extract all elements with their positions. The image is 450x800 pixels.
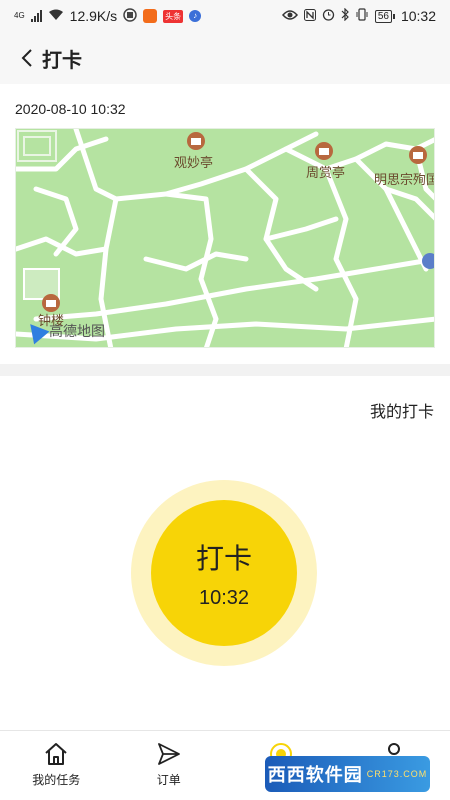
battery-icon: 56 — [374, 9, 395, 23]
shield-app-icon — [123, 7, 137, 25]
bluetooth-icon — [341, 7, 349, 24]
nfc-icon — [303, 8, 316, 24]
nav-label-orders: 订单 — [156, 773, 181, 787]
vibrate-icon — [355, 8, 369, 24]
watermark-sub: CR173.COM — [366, 769, 428, 779]
wifi-icon — [48, 9, 64, 24]
toutiao-badge: 头条 — [163, 9, 184, 23]
chevron-left-icon — [21, 49, 32, 67]
location-map[interactable]: 观妙亭 周赏亭 明思宗殉国 钟楼 高德地图 — [15, 128, 435, 348]
status-left: 4G 12.9K/s 头条 ♪ — [14, 7, 282, 25]
punch-datetime: 2020-08-10 10:32 — [15, 101, 126, 117]
punch-button-time: 10:32 — [198, 586, 250, 609]
location-card: 2020-08-10 10:32 观妙亭 周赏亭 明思宗殉国 钟楼 高德地图 — [0, 84, 450, 364]
map-label-0: 观妙亭 — [174, 155, 213, 170]
map-provider-name: 高德地图 — [49, 323, 105, 339]
navigation-arrow-icon — [22, 317, 50, 345]
alarm-icon — [322, 8, 335, 24]
eye-icon — [281, 9, 298, 24]
status-right: 56 10:32 — [281, 7, 436, 24]
my-punch-link[interactable]: 我的打卡 — [370, 398, 434, 422]
music-icon: ♪ — [189, 10, 202, 22]
back-button[interactable] — [16, 47, 38, 69]
bottom-nav: 我的任务 订单 打卡 我的 西西软件园 CR173.COM — [0, 730, 450, 800]
map-provider-logo: 高德地图 — [22, 317, 105, 345]
status-time: 10:32 — [400, 8, 436, 24]
paper-plane-icon — [157, 743, 180, 765]
punch-button[interactable]: 打卡 10:32 — [151, 500, 297, 646]
network-type: 4G — [14, 11, 25, 20]
nav-item-my-tasks[interactable]: 我的任务 — [0, 731, 113, 800]
map-canvas: 观妙亭 周赏亭 明思宗殉国 钟楼 — [16, 129, 435, 347]
signal-icon — [30, 10, 42, 22]
watermark-logo: 西西软件园 CR173.COM — [265, 756, 430, 792]
home-icon — [45, 743, 67, 765]
watermark-text: 西西软件园 — [267, 765, 363, 785]
network-speed: 12.9K/s — [69, 8, 118, 24]
page-title: 打卡 — [42, 49, 82, 72]
nav-item-orders[interactable]: 订单 — [113, 731, 226, 800]
map-label-2: 明思宗殉国 — [374, 172, 435, 187]
status-bar: 4G 12.9K/s 头条 ♪ 56 10:32 — [0, 0, 450, 32]
punch-section: 我的打卡 打卡 10:32 — [0, 376, 450, 730]
nav-label-my-tasks: 我的任务 — [32, 773, 81, 787]
header: 打卡 — [0, 32, 450, 84]
app-notification-icon — [143, 9, 158, 23]
punch-page: 4G 12.9K/s 头条 ♪ 56 10:32 打卡 2020-08-10 1… — [0, 0, 450, 800]
battery-level: 56 — [374, 9, 392, 23]
punch-button-label: 打卡 — [195, 542, 252, 574]
map-label-1: 周赏亭 — [306, 165, 345, 180]
